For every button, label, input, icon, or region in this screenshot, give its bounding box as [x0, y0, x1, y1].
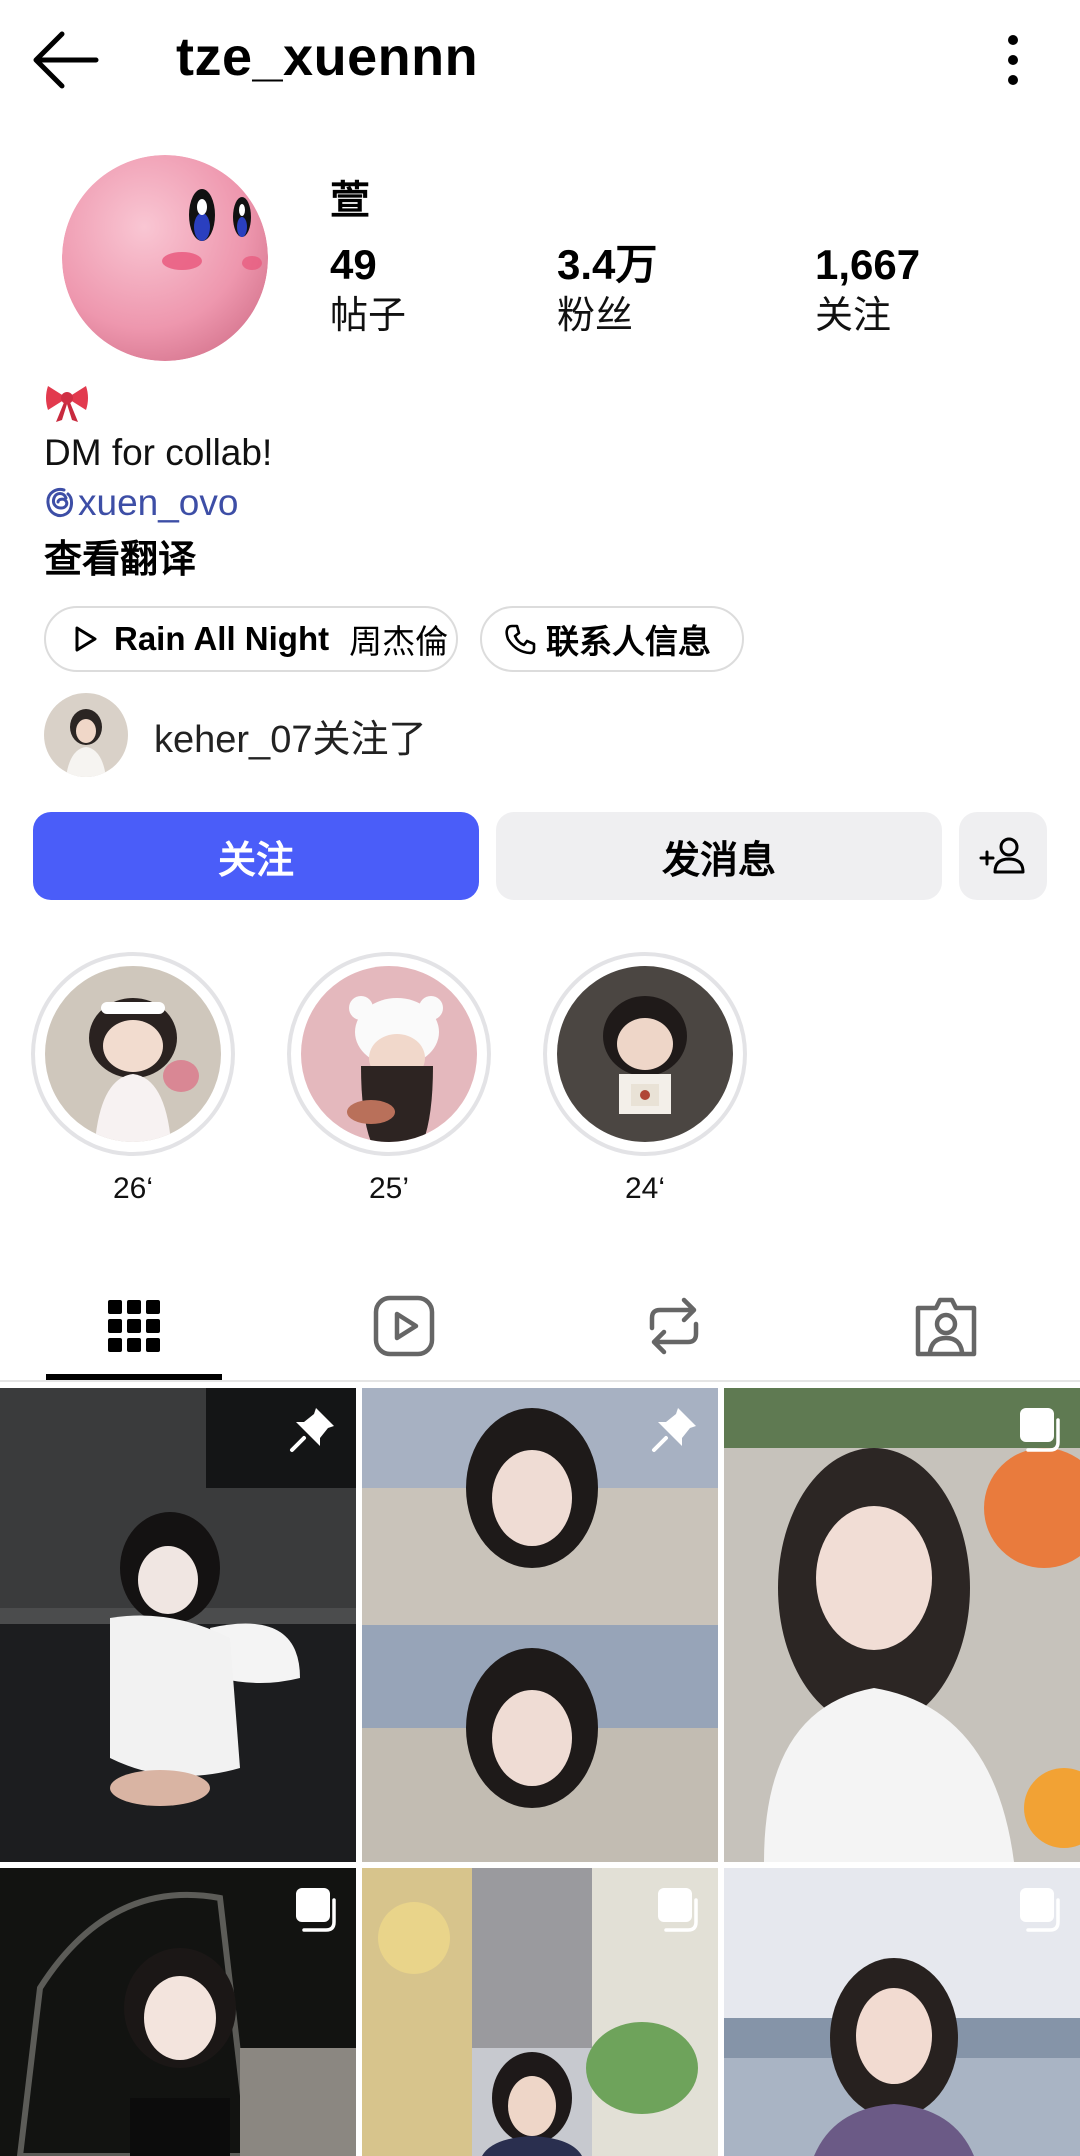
stat-posts[interactable]: 49 帖子 [330, 240, 406, 342]
highlight-label: 26‘ [112, 1172, 154, 1205]
follower-avatar [44, 693, 128, 777]
story-highlight[interactable]: 26‘ [31, 952, 235, 1206]
pin-icon [652, 1408, 696, 1452]
reels-icon[interactable] [364, 1286, 444, 1366]
bio-text: DM for collab! [44, 432, 273, 473]
top-bar: tze_xuennn [0, 0, 1080, 120]
more-options-icon[interactable] [990, 30, 1036, 90]
ribbon-emoji-icon [46, 386, 88, 422]
stat-following[interactable]: 1,667 关注 [815, 240, 920, 342]
carousel-icon [658, 1888, 698, 1932]
post-thumbnail[interactable] [724, 1388, 1080, 1862]
stat-followers-value: 3.4万 [557, 241, 658, 288]
display-name: 萱 [330, 179, 370, 223]
post-thumbnail[interactable] [724, 1868, 1080, 2156]
carousel-icon [296, 1888, 336, 1932]
play-icon [75, 626, 97, 652]
see-translation-link[interactable]: 查看翻译 [44, 528, 196, 583]
post-grid [0, 1388, 1080, 2156]
stat-posts-label: 帖子 [330, 295, 407, 337]
stat-followers-label: 粉丝 [557, 295, 634, 337]
contact-info-chip[interactable]: 联系人信息 [480, 606, 744, 672]
highlight-label: 24‘ [624, 1172, 666, 1205]
carousel-icon [1020, 1408, 1060, 1452]
music-song: Rain All Night [114, 620, 330, 657]
story-highlight[interactable]: 24‘ [543, 952, 747, 1206]
threads-link[interactable]: xuen_ovo [44, 482, 238, 524]
highlight-cover [301, 966, 477, 1142]
music-chip[interactable]: Rain All Night 周杰倫 [44, 606, 458, 672]
highlight-cover [557, 966, 733, 1142]
carousel-icon [1020, 1888, 1060, 1932]
story-highlight[interactable]: 25’ [287, 952, 491, 1206]
post-thumbnail[interactable] [0, 1388, 356, 1862]
profile-username: tze_xuennn [176, 27, 479, 87]
music-artist: 周杰倫 [349, 623, 449, 660]
post-thumbnail[interactable] [0, 1868, 356, 2156]
followed-by-text: keher_07关注了 [154, 718, 427, 761]
reposts-icon[interactable] [634, 1286, 714, 1366]
contact-info-label: 联系人信息 [546, 623, 711, 660]
back-arrow-icon[interactable] [28, 28, 100, 92]
threads-icon [46, 488, 73, 518]
tagged-icon[interactable] [906, 1286, 986, 1366]
followed-by-row[interactable]: keher_07关注了 [44, 692, 426, 778]
add-person-icon [979, 837, 1025, 874]
stat-following-value: 1,667 [815, 241, 921, 288]
profile-tabs [0, 1266, 1080, 1382]
active-tab-indicator [46, 1374, 222, 1380]
threads-handle: xuen_ovo [78, 482, 239, 523]
profile-avatar[interactable] [62, 155, 268, 361]
stat-following-label: 关注 [815, 295, 892, 337]
stat-followers[interactable]: 3.4万 粉丝 [557, 240, 657, 342]
post-thumbnail[interactable] [362, 1868, 718, 2156]
message-button[interactable]: 发消息 [496, 812, 942, 900]
highlight-cover [45, 966, 221, 1142]
grid-icon[interactable] [94, 1286, 174, 1366]
highlight-label: 25’ [368, 1172, 410, 1205]
phone-icon [505, 624, 536, 655]
pin-icon [290, 1408, 334, 1452]
follow-button[interactable]: 关注 [33, 812, 479, 900]
stat-posts-value: 49 [330, 241, 377, 288]
post-thumbnail[interactable] [362, 1388, 718, 1862]
suggest-users-button[interactable] [959, 812, 1047, 900]
